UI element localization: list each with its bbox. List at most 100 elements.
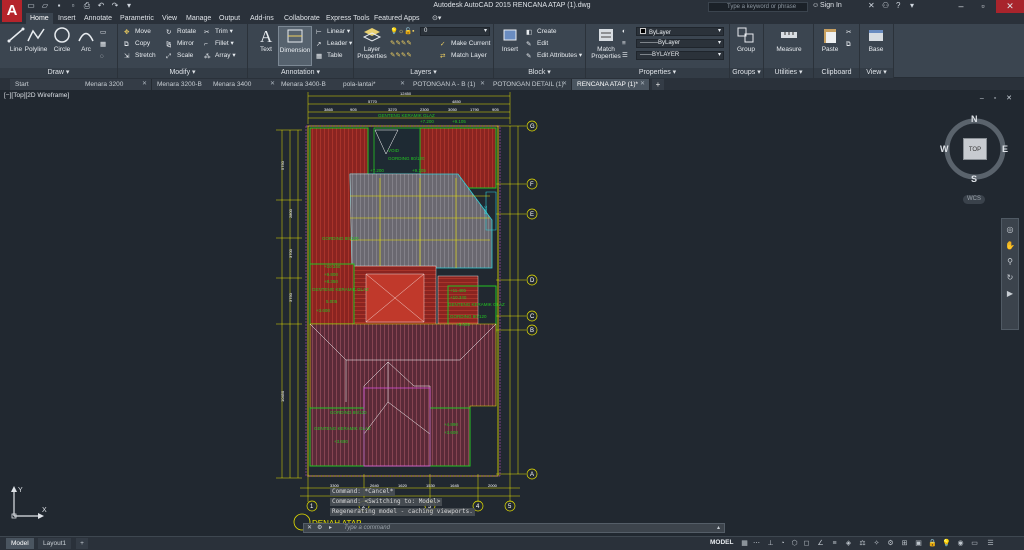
ribbon-minimize-icon[interactable]: ⊙▾ bbox=[428, 13, 445, 24]
rectangle-icon[interactable]: ▭ bbox=[100, 28, 106, 38]
close-tab-icon[interactable]: ✕ bbox=[142, 79, 147, 90]
workspace-dropdown-icon[interactable]: ▾ bbox=[124, 1, 134, 11]
make-current-button[interactable]: ✓ Make Current bbox=[440, 39, 490, 49]
polar-icon[interactable]: ◔ bbox=[778, 539, 787, 548]
mirror-button[interactable]: ⧎ Mirror bbox=[166, 39, 194, 49]
tab-annotate[interactable]: Annotate bbox=[80, 13, 116, 24]
customization-menu-icon[interactable]: ☰ bbox=[986, 539, 995, 548]
tab-parametric[interactable]: Parametric bbox=[116, 13, 158, 24]
layers-panel-title[interactable]: Layers ▾ bbox=[354, 68, 493, 78]
polyline-button[interactable]: Polyline bbox=[22, 26, 50, 53]
draw-more-icon[interactable]: ◌ bbox=[100, 52, 104, 62]
tab-collaborate[interactable]: Collaborate bbox=[280, 13, 324, 24]
layer-properties-button[interactable]: Layer Properties bbox=[356, 26, 388, 60]
hatch-icon[interactable]: ▦ bbox=[100, 40, 106, 50]
scale-button[interactable]: ⤢ Scale bbox=[166, 51, 193, 61]
tab-home[interactable]: Home bbox=[26, 13, 53, 24]
annotation-scale-icon[interactable]: ⚖ bbox=[858, 539, 867, 548]
lock-ui-icon[interactable]: 🔒 bbox=[928, 539, 937, 548]
model-layout-tab[interactable]: Model bbox=[6, 538, 34, 549]
compass-east[interactable]: E bbox=[1002, 144, 1008, 154]
zoom-icon[interactable]: ⚲ bbox=[1005, 257, 1015, 267]
close-tab-icon[interactable]: ✕ bbox=[562, 79, 567, 90]
grid-icon[interactable]: ▦ bbox=[740, 539, 749, 548]
viewport-controls-label[interactable]: [−][Top][2D Wireframe] bbox=[4, 92, 69, 99]
tab-manage[interactable]: Manage bbox=[182, 13, 215, 24]
sign-in-button[interactable]: Sign In bbox=[820, 2, 842, 9]
cut-icon[interactable]: ✂ bbox=[846, 28, 851, 38]
undo-icon[interactable]: ↶ bbox=[96, 1, 106, 11]
autodesk-360-icon[interactable]: ⚇ bbox=[882, 1, 889, 10]
draw-panel-title[interactable]: Draw ▾ bbox=[0, 68, 117, 78]
table-button[interactable]: ▦ Table bbox=[316, 51, 343, 61]
lineweight-dropdown[interactable]: ——BYLAYER ▾ bbox=[636, 51, 724, 60]
linear-button[interactable]: ⊢ Linear ▾ bbox=[316, 27, 350, 37]
pan-icon[interactable]: ✋ bbox=[1005, 241, 1015, 251]
close-tab-icon[interactable]: ✕ bbox=[640, 79, 645, 90]
copy-button[interactable]: ⧉ Copy bbox=[124, 39, 150, 49]
group-button[interactable]: Group bbox=[732, 26, 760, 53]
isodraft-icon[interactable]: ⬡ bbox=[790, 539, 799, 548]
annotation-panel-title[interactable]: Annotation ▾ bbox=[248, 68, 353, 78]
lineweight-icon[interactable]: ☰ bbox=[622, 51, 628, 61]
workspace-icon[interactable]: ⚙ bbox=[886, 539, 895, 548]
file-tab-start[interactable]: Start bbox=[10, 79, 86, 90]
measure-button[interactable]: Measure bbox=[772, 26, 806, 53]
showmotion-icon[interactable]: ▶ bbox=[1005, 289, 1015, 299]
file-tab[interactable]: POTONGAN A - B (1) ✕ bbox=[408, 79, 490, 90]
viewcube-top-face[interactable]: TOP bbox=[963, 138, 987, 160]
save-icon[interactable]: ▪ bbox=[54, 1, 64, 11]
utilities-panel-title[interactable]: Utilities ▾ bbox=[764, 68, 813, 78]
layer-tools-row-2[interactable]: ✎✎✎✎ bbox=[390, 51, 412, 61]
insert-button[interactable]: Insert bbox=[496, 26, 524, 53]
layer-tools-row-1[interactable]: ✎✎✎✎ bbox=[390, 39, 412, 49]
base-button[interactable]: Base bbox=[862, 26, 890, 53]
model-space-button[interactable]: MODEL bbox=[710, 539, 733, 546]
tab-insert[interactable]: Insert bbox=[54, 13, 80, 24]
linetype-icon[interactable]: ≡ bbox=[622, 39, 626, 49]
redo-icon[interactable]: ↷ bbox=[110, 1, 120, 11]
tab-featured-apps[interactable]: Featured Apps bbox=[370, 13, 424, 24]
isolate-icon[interactable]: 💡 bbox=[942, 539, 951, 548]
tab-add-ins[interactable]: Add-ins bbox=[246, 13, 278, 24]
compass-south[interactable]: S bbox=[971, 174, 977, 184]
snap-icon[interactable]: ⋯ bbox=[752, 539, 761, 548]
view-panel-title[interactable]: View ▾ bbox=[860, 68, 893, 78]
viewcube[interactable]: N S E W TOP bbox=[938, 114, 1012, 188]
close-tab-icon[interactable]: ✕ bbox=[400, 79, 405, 90]
clean-screen-icon[interactable]: ▭ bbox=[970, 539, 979, 548]
color-swatch-icon[interactable]: ◐ bbox=[622, 27, 626, 37]
customize-icon[interactable]: ⚙ bbox=[317, 524, 322, 532]
lineweight-toggle-icon[interactable]: ≡ bbox=[830, 539, 839, 548]
create-block-button[interactable]: ◧ Create bbox=[526, 27, 557, 37]
otrack-icon[interactable]: ∠ bbox=[816, 539, 825, 548]
groups-panel-title[interactable]: Groups ▾ bbox=[730, 68, 763, 78]
fillet-button[interactable]: ⌐ Fillet ▾ bbox=[204, 39, 234, 49]
close-tab-icon[interactable]: ✕ bbox=[480, 79, 485, 90]
block-panel-title[interactable]: Block ▾ bbox=[494, 68, 585, 78]
copy-clip-icon[interactable]: ⧉ bbox=[846, 40, 851, 50]
tab-output[interactable]: Output bbox=[215, 13, 244, 24]
application-menu-button[interactable]: A bbox=[2, 0, 22, 22]
command-history-icon[interactable]: ▴ bbox=[717, 524, 720, 532]
hardware-accel-icon[interactable]: ◉ bbox=[956, 539, 965, 548]
leader-button[interactable]: ↗ Leader ▾ bbox=[316, 39, 352, 49]
drawing-viewport[interactable]: 12450 5770 4850 3865 905 3270 2300 3050 … bbox=[0, 90, 1024, 536]
steering-wheel-icon[interactable]: ◎ bbox=[1005, 225, 1015, 235]
file-tab[interactable]: POTONGAN DETAIL (1) ✕ bbox=[488, 79, 572, 90]
quick-properties-icon[interactable]: ▣ bbox=[914, 539, 923, 548]
transparency-icon[interactable]: ◈ bbox=[844, 539, 853, 548]
search-input[interactable]: Type a keyword or phrase bbox=[708, 2, 808, 12]
ortho-icon[interactable]: ⊥ bbox=[766, 539, 775, 548]
properties-panel-title[interactable]: Properties ▾ bbox=[586, 68, 729, 78]
help-dropdown-icon[interactable]: ▾ bbox=[910, 1, 914, 10]
compass-north[interactable]: N bbox=[971, 114, 978, 124]
layer-state-icons[interactable]: 💡☼🔓▪ bbox=[390, 27, 414, 37]
help-icon[interactable]: ? bbox=[896, 1, 900, 10]
annotation-visibility-icon[interactable]: ✧ bbox=[872, 539, 881, 548]
roof-plan-drawing[interactable]: 12450 5770 4850 3865 905 3270 2300 3050 … bbox=[0, 90, 1024, 536]
exchange-icon[interactable]: ✕ bbox=[868, 1, 875, 10]
new-tab-button[interactable]: + bbox=[652, 79, 664, 90]
new-file-icon[interactable]: ▭ bbox=[26, 1, 36, 11]
clipboard-panel-title[interactable]: Clipboard bbox=[814, 68, 859, 78]
